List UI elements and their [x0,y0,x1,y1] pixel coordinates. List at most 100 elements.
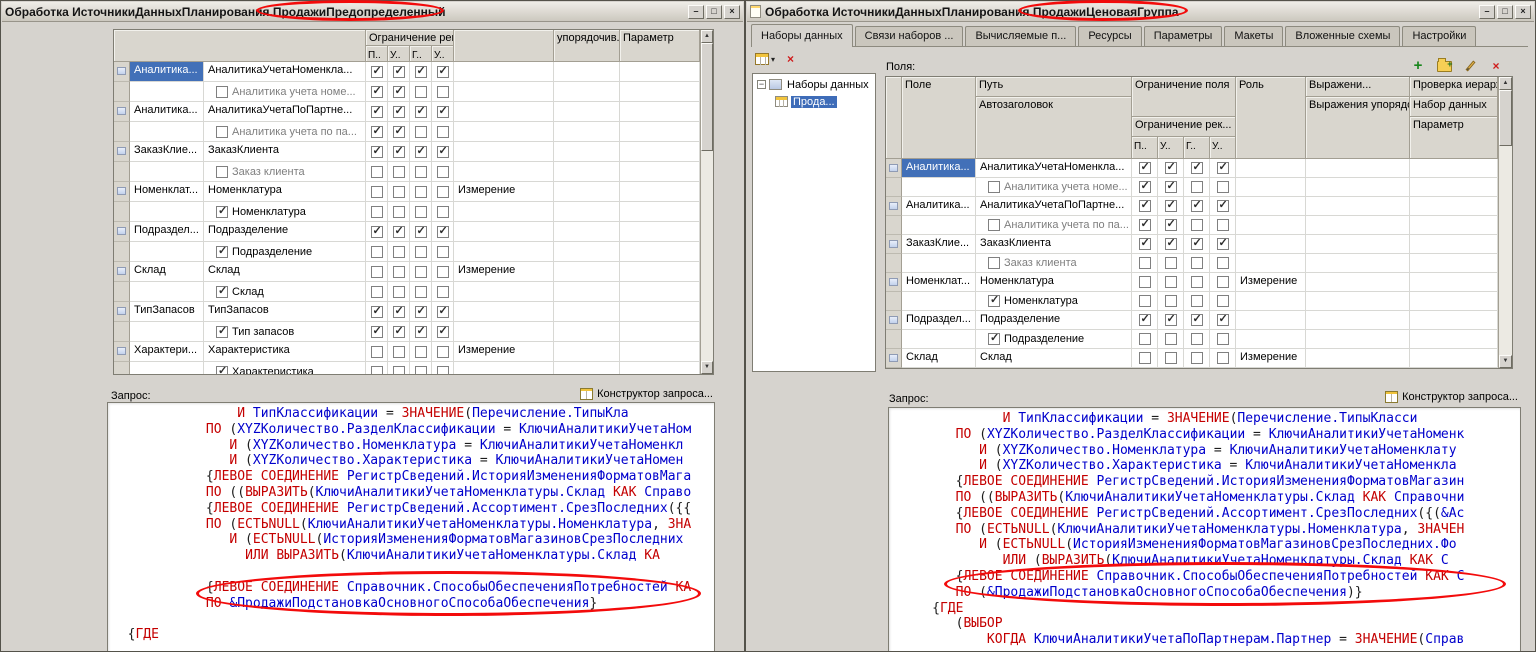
restriction-checkbox[interactable] [371,146,383,158]
restriction-checkbox[interactable] [415,246,427,258]
scroll-up-button[interactable]: ▲ [701,30,713,43]
cell-restriction-flag[interactable] [432,302,454,322]
restriction-checkbox[interactable] [415,66,427,78]
cell-extra[interactable] [1410,178,1498,197]
cell-field[interactable]: Аналитика... [902,197,976,216]
cell-restriction-flag[interactable] [1132,330,1158,349]
cell-restriction-flag[interactable] [1132,311,1158,330]
restriction-checkbox[interactable] [371,66,383,78]
restriction-checkbox[interactable] [371,346,383,358]
cell-extra[interactable] [1410,254,1498,273]
cell-role[interactable] [454,362,554,374]
restriction-checkbox[interactable] [437,106,449,118]
restriction-checkbox[interactable] [437,66,449,78]
cell-field[interactable] [902,292,976,311]
cell-path[interactable]: АналитикаУчетаНоменкла... [976,159,1132,178]
cell-field[interactable]: Подраздел... [902,311,976,330]
restriction-checkbox[interactable] [1217,238,1229,250]
cell-restriction-flag[interactable] [410,142,432,162]
cell-path[interactable]: Номенклатура [204,202,366,222]
cell-expression[interactable] [1306,349,1410,368]
restriction-checkbox[interactable] [393,126,405,138]
field-row[interactable]: Аналитика учета номе... [886,178,1498,197]
cell-restriction-flag[interactable] [388,122,410,142]
cell-restriction-flag[interactable] [1184,235,1210,254]
restriction-checkbox[interactable] [1217,219,1229,231]
field-row[interactable]: Подразделение [114,242,700,262]
field-row[interactable]: СкладСкладИзмерение [886,349,1498,368]
cell-restriction-flag[interactable] [1132,235,1158,254]
restriction-checkbox[interactable] [393,226,405,238]
cell-path[interactable]: Склад [204,282,366,302]
cell-restriction-flag[interactable] [366,62,388,82]
field-row[interactable]: Аналитика учета по па... [886,216,1498,235]
restriction-checkbox[interactable] [393,206,405,218]
cell-extra[interactable] [620,222,700,242]
cell-restriction-flag[interactable] [1158,330,1184,349]
cell-restriction-flag[interactable] [1132,197,1158,216]
restriction-checkbox[interactable] [1139,181,1151,193]
field-row[interactable]: СкладСкладИзмерение [114,262,700,282]
restriction-checkbox[interactable] [1165,333,1177,345]
restriction-checkbox[interactable] [1217,162,1229,174]
cell-restriction-flag[interactable] [388,182,410,202]
restriction-checkbox[interactable] [1191,257,1203,269]
field-row[interactable]: Склад [114,282,700,302]
field-row[interactable]: Характери...ХарактеристикаИзмерение [114,342,700,362]
cell-path[interactable]: Аналитика учета по па... [204,122,366,142]
restriction-checkbox[interactable] [415,206,427,218]
cell-extra[interactable] [1410,349,1498,368]
cell-extra[interactable] [620,302,700,322]
restriction-checkbox[interactable] [393,146,405,158]
field-row[interactable]: Заказ клиента [886,254,1498,273]
restriction-checkbox[interactable] [415,106,427,118]
cell-role[interactable]: Измерение [454,182,554,202]
field-row[interactable]: Аналитика...АналитикаУчетаПоПартне... [886,197,1498,216]
column-header[interactable]: П.. [1132,137,1158,159]
maximize-button[interactable]: □ [706,5,722,19]
cell-restriction-flag[interactable] [432,202,454,222]
restriction-checkbox[interactable] [1139,238,1151,250]
restriction-checkbox[interactable] [1139,333,1151,345]
cell-extra[interactable] [620,282,700,302]
cell-restriction-flag[interactable] [1210,349,1236,368]
tab-1[interactable]: Связи наборов ... [855,26,964,46]
restriction-checkbox[interactable] [1165,352,1177,364]
column-header[interactable]: Г.. [410,46,432,62]
restriction-checkbox[interactable] [371,206,383,218]
cell-path[interactable]: Номенклатура [976,292,1132,311]
cell-restriction-flag[interactable] [388,242,410,262]
tab-7[interactable]: Настройки [1402,26,1476,46]
field-row[interactable]: ТипЗапасовТипЗапасов [114,302,700,322]
scroll-thumb[interactable] [701,43,713,151]
restriction-checkbox[interactable] [1139,314,1151,326]
cell-restriction-flag[interactable] [432,322,454,342]
cell-path[interactable]: Аналитика учета номе... [976,178,1132,197]
cell-restriction-flag[interactable] [410,62,432,82]
cell-expression[interactable] [1306,292,1410,311]
maximize-button[interactable]: □ [1497,5,1513,19]
restriction-checkbox[interactable] [371,246,383,258]
cell-path[interactable]: Характеристика [204,342,366,362]
restriction-checkbox[interactable] [415,346,427,358]
restriction-checkbox[interactable] [415,186,427,198]
restriction-checkbox[interactable] [415,366,427,375]
field-use-checkbox[interactable] [216,206,228,218]
cell-restriction-flag[interactable] [432,142,454,162]
restriction-checkbox[interactable] [1165,200,1177,212]
cell-restriction-flag[interactable] [388,262,410,282]
cell-field[interactable]: Подраздел... [130,222,204,242]
cell-extra[interactable] [620,202,700,222]
query-builder-link[interactable]: Конструктор запроса... [1385,391,1518,403]
query-editor-right[interactable]: И ТипКлассификации = ЗНАЧЕНИЕ(Перечислен… [888,407,1521,651]
tab-3[interactable]: Ресурсы [1078,26,1141,46]
cell-extra[interactable] [620,262,700,282]
cell-restriction-flag[interactable] [1210,273,1236,292]
restriction-checkbox[interactable] [1139,276,1151,288]
cell-restriction-flag[interactable] [1158,349,1184,368]
cell-extra[interactable] [1410,273,1498,292]
cell-extra[interactable] [1410,159,1498,178]
cell-restriction-flag[interactable] [1158,292,1184,311]
restriction-checkbox[interactable] [437,186,449,198]
cell-restriction-flag[interactable] [1210,197,1236,216]
